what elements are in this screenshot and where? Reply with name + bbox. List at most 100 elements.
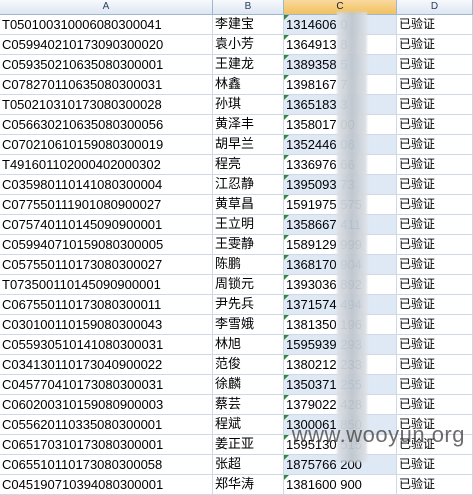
cell-status[interactable]: 已验证 <box>397 135 473 154</box>
cell-name[interactable]: 周锁元 <box>213 275 284 294</box>
cell-name[interactable]: 徐麟 <box>213 375 284 394</box>
cell-status[interactable]: 已验证 <box>397 75 473 94</box>
cell-name[interactable]: 王雯静 <box>213 235 284 254</box>
cell-id[interactable]: C057550110173080300027 <box>0 255 213 274</box>
cell-status[interactable]: 已验证 <box>397 15 473 34</box>
cell-name[interactable]: 黄草昌 <box>213 195 284 214</box>
table-row: C045190710394080300001 郑华涛 1381600 900 已验证 <box>0 475 473 495</box>
cell-id[interactable]: C034130110173040900022 <box>0 355 213 374</box>
error-indicator-icon <box>284 275 289 280</box>
cell-status[interactable]: 已验证 <box>397 175 473 194</box>
cell-status[interactable]: 已验证 <box>397 395 473 414</box>
cell-name[interactable]: 林鑫 <box>213 75 284 94</box>
cell-status[interactable]: 已验证 <box>397 235 473 254</box>
cell-name[interactable]: 江忍静 <box>213 175 284 194</box>
cell-id[interactable]: C045770410173080300031 <box>0 375 213 394</box>
table-row: C057550110173080300027 陈鹏 1368170 904 已验证 <box>0 255 473 275</box>
cell-id[interactable]: C059350210635080300001 <box>0 55 213 74</box>
cell-name[interactable]: 张超 <box>213 455 284 474</box>
cell-status[interactable]: 已验证 <box>397 255 473 274</box>
cell-name[interactable]: 陈鹏 <box>213 255 284 274</box>
cell-status[interactable]: 已验证 <box>397 215 473 234</box>
cell-id[interactable]: C060200310159080900003 <box>0 395 213 414</box>
cell-id[interactable]: C078270110635080300031 <box>0 75 213 94</box>
cell-name[interactable]: 郑华涛 <box>213 475 284 494</box>
cell-id[interactable]: C065510110173080300058 <box>0 455 213 474</box>
cell-id[interactable]: C045190710394080300001 <box>0 475 213 494</box>
table-row: C045770410173080300031 徐麟 1350371 255 已验证 <box>0 375 473 395</box>
table-row: C030100110159080300043 李雪娥 1381350 196 已验证 <box>0 315 473 335</box>
column-header-d[interactable]: D <box>397 0 473 14</box>
cell-status[interactable]: 已验证 <box>397 275 473 294</box>
cell-id[interactable]: T050100310006080300041 <box>0 15 213 34</box>
cell-status[interactable]: 已验证 <box>397 195 473 214</box>
cell-id[interactable]: C077550111901080900027 <box>0 195 213 214</box>
cell-status[interactable]: 已验证 <box>397 295 473 314</box>
table-row: C075740110145090900001 王立明 1358667 411 已验证 <box>0 215 473 235</box>
cell-name[interactable]: 王立明 <box>213 215 284 234</box>
table-row: C056630210635080300056 黄泽丰 1358017 00 已验证 <box>0 115 473 135</box>
cell-status[interactable]: 已验证 <box>397 115 473 134</box>
cell-name[interactable]: 胡早兰 <box>213 135 284 154</box>
cell-name[interactable]: 林旭 <box>213 335 284 354</box>
cell-id[interactable]: C070210610159080300019 <box>0 135 213 154</box>
cell-name[interactable]: 李雪娥 <box>213 315 284 334</box>
cell-id[interactable]: C067550110173080300011 <box>0 295 213 314</box>
cell-name[interactable]: 程斌 <box>213 415 284 434</box>
table-row: T050100310006080300041 李建宝 1314606 0 已验证 <box>0 15 473 35</box>
cell-id[interactable]: C059940210173090300020 <box>0 35 213 54</box>
column-header-a[interactable]: A <box>0 0 213 14</box>
watermark: www.wooyun.org <box>291 422 465 447</box>
cell-id[interactable]: C035980110141080300004 <box>0 175 213 194</box>
cell-name[interactable]: 尹先兵 <box>213 295 284 314</box>
column-header-row: A B C D <box>0 0 473 15</box>
table-row: C059350210635080300001 王建龙 1389358 5 已验证 <box>0 55 473 75</box>
cell-name[interactable]: 蔡芸 <box>213 395 284 414</box>
error-indicator-icon <box>284 415 289 420</box>
error-indicator-icon <box>284 115 289 120</box>
table-row: C034130110173040900022 范俊 1380212 233 已验证 <box>0 355 473 375</box>
error-indicator-icon <box>284 195 289 200</box>
cell-status[interactable]: 已验证 <box>397 355 473 374</box>
cell-name[interactable]: 王建龙 <box>213 55 284 74</box>
cell-id[interactable]: C065170310173080300001 <box>0 435 213 454</box>
error-indicator-icon <box>284 75 289 80</box>
cell-id[interactable]: C056630210635080300056 <box>0 115 213 134</box>
table-row: C065510110173080300058 张超 1875766 200 已验证 <box>0 455 473 475</box>
cell-id[interactable]: C030100110159080300043 <box>0 315 213 334</box>
error-indicator-icon <box>284 35 289 40</box>
error-indicator-icon <box>284 235 289 240</box>
cell-status[interactable]: 已验证 <box>397 455 473 474</box>
cell-id[interactable]: T073500110145090900001 <box>0 275 213 294</box>
table-row: C078270110635080300031 林鑫 1398167 7 已验证 <box>0 75 473 95</box>
cell-status[interactable]: 已验证 <box>397 35 473 54</box>
table-row: C035980110141080300004 江忍静 1395093 73 已验证 <box>0 175 473 195</box>
error-indicator-icon <box>284 475 289 480</box>
cell-name[interactable]: 姜正亚 <box>213 435 284 454</box>
cell-status[interactable]: 已验证 <box>397 375 473 394</box>
cell-status[interactable]: 已验证 <box>397 475 473 494</box>
cell-phone[interactable]: 1381600 900 <box>284 475 397 494</box>
cell-id[interactable]: C075740110145090900001 <box>0 215 213 234</box>
error-indicator-icon <box>284 95 289 100</box>
cell-status[interactable]: 已验证 <box>397 335 473 354</box>
table-row: C060200310159080900003 蔡芸 1379022 428 已验证 <box>0 395 473 415</box>
cell-name[interactable]: 袁小芳 <box>213 35 284 54</box>
cell-id[interactable]: T050210310173080300028 <box>0 95 213 114</box>
cell-name[interactable]: 李建宝 <box>213 15 284 34</box>
cell-status[interactable]: 已验证 <box>397 95 473 114</box>
cell-id[interactable]: C055620110335080300001 <box>0 415 213 434</box>
cell-id[interactable]: C055930510141080300031 <box>0 335 213 354</box>
cell-id[interactable]: C059940710159080300005 <box>0 235 213 254</box>
error-indicator-icon <box>284 15 289 20</box>
cell-name[interactable]: 范俊 <box>213 355 284 374</box>
cell-name[interactable]: 孙琪 <box>213 95 284 114</box>
cell-status[interactable]: 已验证 <box>397 315 473 334</box>
cell-id[interactable]: T491601102000402000302 <box>0 155 213 174</box>
cell-name[interactable]: 程亮 <box>213 155 284 174</box>
cell-status[interactable]: 已验证 <box>397 55 473 74</box>
cell-status[interactable]: 已验证 <box>397 155 473 174</box>
cell-name[interactable]: 黄泽丰 <box>213 115 284 134</box>
column-header-b[interactable]: B <box>213 0 284 14</box>
error-indicator-icon <box>284 155 289 160</box>
